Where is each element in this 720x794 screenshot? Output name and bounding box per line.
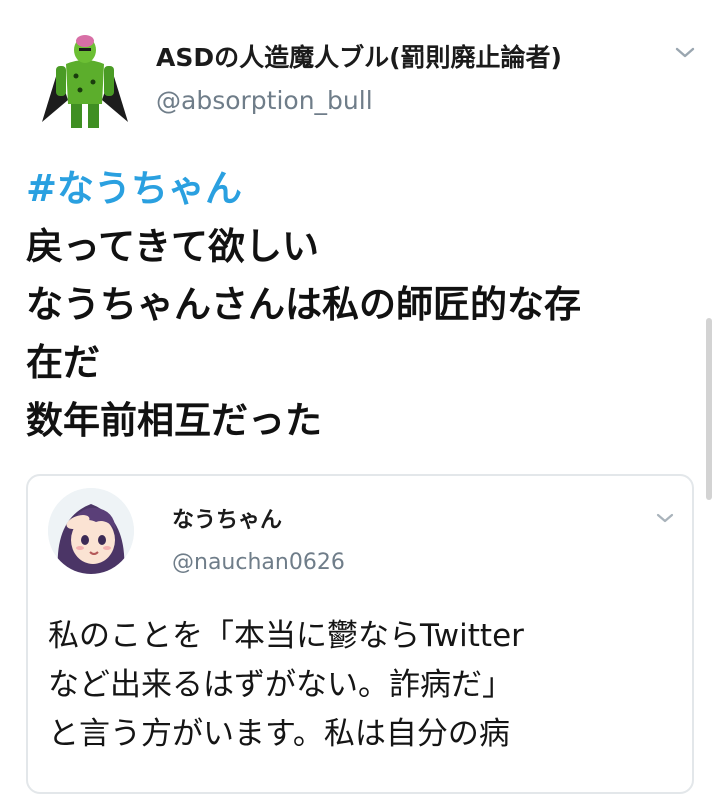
chevron-down-icon[interactable] <box>654 510 676 526</box>
author-handle[interactable]: @absorption_bull <box>156 86 373 115</box>
cell-character-icon <box>42 35 128 128</box>
tweet: ASDの人造魔人ブル(罰則廃止論者) @absorption_bull #なうち… <box>0 0 720 794</box>
tweet-text-line: 戻ってきて欲しい <box>26 225 320 268</box>
tweet-text-line: なうちゃんさんは私の師匠的な存 <box>26 283 581 326</box>
quoted-author-name[interactable]: なうちゃん <box>172 502 282 534</box>
tweet-text-line: 数年前相互だった <box>26 399 322 442</box>
quoted-text-line: など出来るはずがない。詐病だ」 <box>48 667 513 703</box>
hashtag-link[interactable]: #なうちゃん <box>26 160 696 218</box>
quoted-text-line: 私のことを「本当に鬱ならTwitter <box>48 618 524 654</box>
quoted-text-line: と言う方がいます。私は自分の病 <box>48 716 510 752</box>
quoted-author-avatar[interactable] <box>48 488 134 574</box>
scrollbar[interactable] <box>706 318 712 500</box>
quoted-tweet-card[interactable]: なうちゃん @nauchan0626 私のことを「本当に鬱ならTwitter な… <box>26 474 694 794</box>
tweet-text-line: 在だ <box>26 341 100 384</box>
quoted-tweet-text: 私のことを「本当に鬱ならTwitter など出来るはずがない。詐病だ」 と言う方… <box>48 612 688 759</box>
chevron-down-icon[interactable] <box>672 42 698 62</box>
tweet-text: #なうちゃん 戻ってきて欲しい なうちゃんさんは私の師匠的な存 在だ 数年前相互… <box>26 160 696 450</box>
anime-girl-icon <box>48 488 134 574</box>
author-name[interactable]: ASDの人造魔人ブル(罰則廃止論者) <box>156 38 562 74</box>
quoted-author-handle[interactable]: @nauchan0626 <box>172 550 345 575</box>
author-avatar[interactable] <box>38 30 132 130</box>
